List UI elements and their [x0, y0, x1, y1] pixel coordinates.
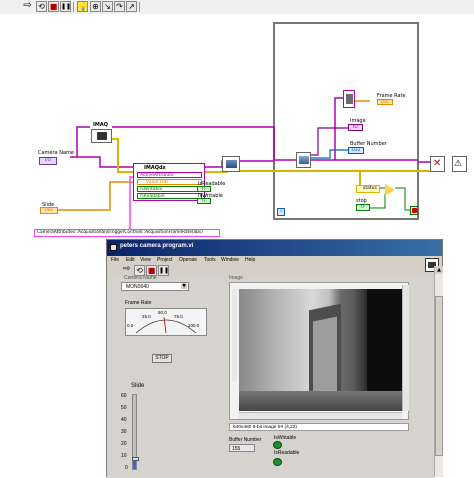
loop-iteration-terminal: i	[277, 208, 285, 216]
front-panel-window: peters camera program.vi File Edit View …	[106, 239, 443, 478]
front-panel-titlebar[interactable]: peters camera program.vi	[107, 240, 442, 256]
image-bottom-shadow	[239, 391, 403, 411]
camera-name-terminal[interactable]: I/O	[39, 157, 57, 165]
buffer-number-indicator[interactable]: U32	[348, 147, 364, 154]
front-panel-title: peters camera program.vi	[120, 243, 194, 249]
frame-rate-meter-label: Frame Rate	[125, 300, 152, 306]
scroll-up-arrow-icon[interactable]: ▲	[435, 266, 443, 274]
slide-tick-30: 30	[121, 429, 127, 435]
meter-tick-25: 25.0	[142, 314, 151, 319]
isreadable-indicator[interactable]: TF	[197, 186, 211, 192]
meter-tick-100: 100.0	[188, 323, 200, 328]
isreadable-led-label: IsReadable	[274, 450, 300, 456]
slide-tick-0: 0	[125, 465, 128, 471]
stop-control-terminal[interactable]: TF	[356, 204, 370, 211]
slide-tick-10: 10	[121, 453, 127, 459]
imaqdx-configure-grab-node[interactable]	[222, 156, 240, 172]
isreadable-led	[273, 458, 282, 466]
front-panel-menubar: File Edit View Project Operate Tools Win…	[107, 256, 442, 265]
attribute-string-constant[interactable]: CameraAttributes::AcquisitionandTriggerC…	[34, 229, 220, 237]
front-panel-vertical-scrollbar[interactable]: ▲	[434, 266, 443, 477]
unbundle-status-node[interactable]: status	[356, 185, 380, 193]
buffer-number-display: 155	[229, 444, 255, 452]
meter-tick-75: 75.0	[174, 314, 183, 319]
slide-tick-20: 20	[121, 441, 127, 447]
imaq-label: IMAQ	[93, 122, 108, 128]
menu-operate[interactable]: Operate	[179, 256, 197, 265]
menu-view[interactable]: View	[140, 256, 151, 265]
or-function-icon[interactable]	[385, 184, 395, 196]
menu-tools[interactable]: Tools	[204, 256, 216, 265]
while-loop-frame	[273, 22, 419, 220]
slide-tick-60: 60	[121, 393, 127, 399]
slide-tick-40: 40	[121, 417, 127, 423]
image-horizontal-scrollbar[interactable]	[239, 412, 402, 419]
camera-image	[239, 289, 403, 411]
slide-fp-label: Slide	[131, 383, 145, 389]
image-status-bar: 640x480 8-bit image 5# (4,22)	[229, 423, 409, 431]
stop-button[interactable]: STOP	[152, 354, 172, 363]
close-x-icon: ✕	[433, 158, 442, 169]
front-panel-toolbar: ⇨ ⟲ ■ ❚❚	[107, 258, 442, 277]
property-isreadable[interactable]: IsReadable	[137, 193, 202, 199]
camera-name-value: MON0640	[126, 284, 149, 290]
property-active-attribute[interactable]: ActiveAttribute	[137, 172, 202, 178]
frame-rate-meter: 0.0 25.0 50.0 75.0 100.0	[125, 308, 207, 336]
buffer-number-value: 155	[232, 446, 241, 452]
frame-rate-indicator[interactable]: DBL	[377, 99, 393, 105]
camera-name-combo[interactable]: MON0640 ▼	[121, 282, 189, 291]
property-iswritable[interactable]: IsWritable	[137, 186, 202, 192]
iswritable-indicator[interactable]: TF	[197, 198, 211, 204]
camera-name-fp-label: Camera Name	[124, 275, 157, 281]
image-indicator[interactable]: IO	[348, 124, 363, 131]
imaqdx-property-title: IMAQdx	[144, 165, 166, 171]
menu-file[interactable]: File	[111, 256, 119, 265]
camera-name-label: Camera Name	[38, 150, 74, 156]
property-value-dbl[interactable]: Value:DBL	[137, 179, 202, 185]
image-status-text: 640x480 8-bit image 5# (4,22)	[233, 425, 297, 430]
image-display-frame	[229, 282, 409, 420]
slide-track[interactable]	[132, 394, 139, 470]
meter-tick-50: 50.0	[158, 310, 167, 315]
stop-sign-icon	[412, 208, 417, 213]
error-handler-icon: ⚠	[454, 159, 463, 169]
camera-open-icon	[97, 132, 107, 140]
menu-help[interactable]: Help	[245, 256, 255, 265]
scroll-thumb[interactable]	[435, 296, 443, 456]
grab-icon	[299, 156, 309, 164]
image-tools-palette	[232, 289, 237, 381]
image-vertical-scrollbar[interactable]	[402, 285, 409, 411]
block-diagram-wires	[58, 22, 430, 232]
grab-setup-icon	[226, 160, 237, 168]
menu-project[interactable]: Project	[157, 256, 173, 265]
slide-terminal[interactable]: DBL	[40, 207, 58, 214]
imaq-open-node[interactable]	[91, 129, 112, 143]
imaqdx-close-node[interactable]: ✕	[430, 156, 445, 172]
simple-error-handler-node[interactable]: ⚠	[452, 156, 467, 172]
dropdown-arrow-icon[interactable]: ▼	[181, 284, 187, 289]
image-window-pane	[313, 316, 337, 397]
imaqdx-grab-node[interactable]	[296, 152, 311, 168]
meter-tick-0: 0.0	[127, 323, 134, 328]
slide-thumb[interactable]	[132, 457, 139, 461]
slide-scale: 60 50 40 30 20 10 0	[119, 393, 131, 473]
slide-tick-50: 50	[121, 405, 127, 411]
iswritable-led	[273, 441, 282, 449]
vi-icon	[110, 244, 117, 251]
frame-rate-property-node[interactable]	[343, 90, 355, 108]
imaqdx-property-node[interactable]: IMAQdx ActiveAttribute Value:DBL IsWrita…	[133, 163, 205, 201]
menu-window[interactable]: Window	[221, 256, 239, 265]
buffer-number-fp-label: Buffer Number	[229, 437, 262, 443]
fp-pause-icon[interactable]: ❚❚	[158, 265, 169, 276]
image-fp-label: Image	[229, 275, 243, 281]
property-icon	[346, 94, 353, 104]
loop-condition-terminal[interactable]	[410, 206, 418, 215]
front-panel-canvas: Camera Name MON0640 ▼ Frame Rate 0.0 25.…	[107, 275, 434, 478]
